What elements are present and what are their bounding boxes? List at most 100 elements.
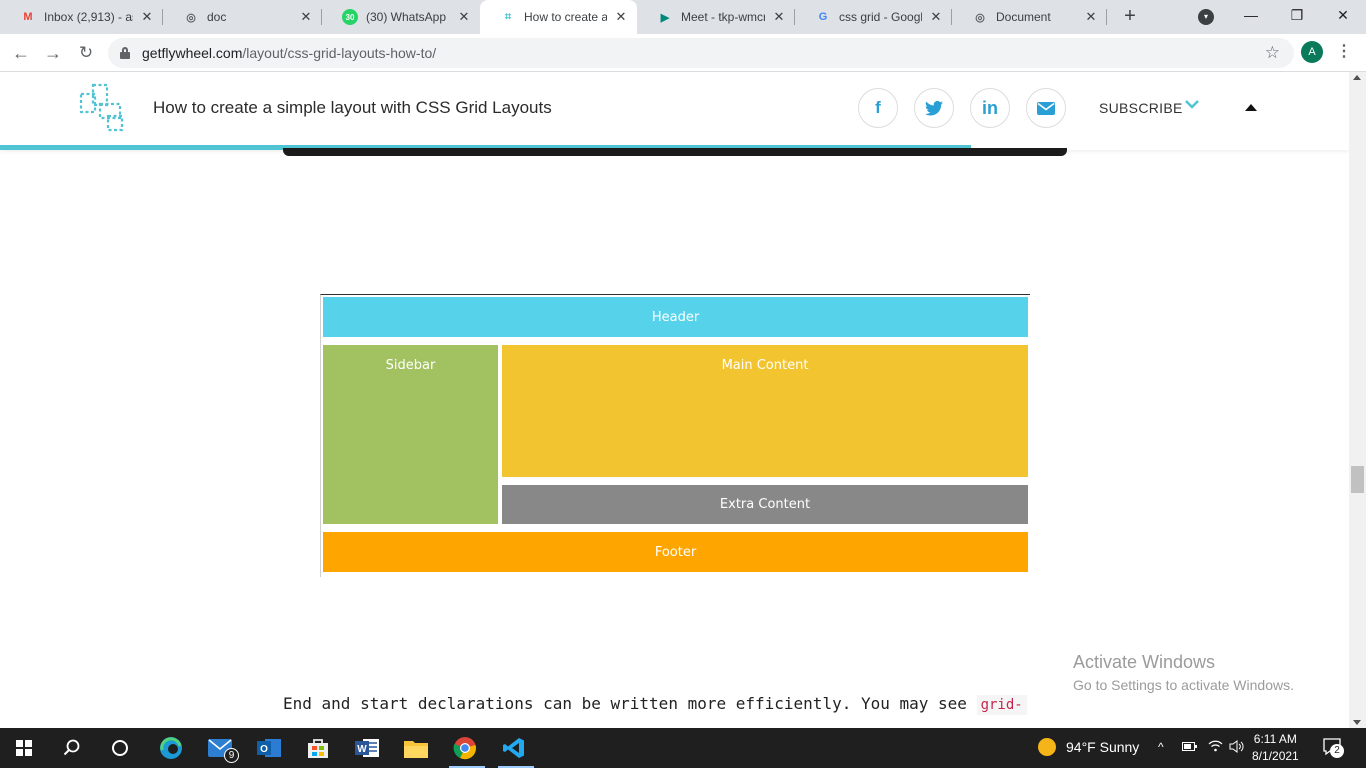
browser-tab[interactable]: ◎ Document ✕ xyxy=(952,0,1107,34)
profile-avatar[interactable]: A xyxy=(1301,41,1323,63)
volume-icon[interactable] xyxy=(1229,740,1245,756)
email-icon xyxy=(1037,101,1055,115)
grid-extra-content-label: Extra Content xyxy=(719,497,811,512)
twitter-icon xyxy=(925,100,943,116)
tab-title: (30) WhatsApp xyxy=(366,10,447,24)
browser-tab[interactable]: ◎ doc ✕ xyxy=(163,0,322,34)
action-center-icon[interactable]: 2 xyxy=(1323,738,1345,761)
flywheel-logo-icon[interactable] xyxy=(78,82,130,134)
grid-footer-label: Footer xyxy=(654,544,697,560)
browser-tab[interactable]: ⌗ How to create a s ✕ xyxy=(480,0,637,34)
url-domain: getflywheel.com xyxy=(142,45,243,61)
tab-close-icon[interactable]: ✕ xyxy=(1083,9,1099,25)
subscribe-button[interactable]: SUBSCRIBE xyxy=(1099,100,1183,116)
tab-close-icon[interactable]: ✕ xyxy=(613,9,629,25)
tab-title: Inbox (2,913) - as xyxy=(44,10,133,24)
tab-close-icon[interactable]: ✕ xyxy=(456,9,472,25)
globe-icon: ◎ xyxy=(186,11,196,24)
email-share-button[interactable] xyxy=(1026,88,1066,128)
watermark-subtitle: Go to Settings to activate Windows. xyxy=(1073,677,1294,693)
chrome-icon[interactable] xyxy=(451,734,479,762)
browser-tab[interactable]: Gcss grid - Google ✕ xyxy=(795,0,952,34)
new-tab-button[interactable]: + xyxy=(1118,4,1142,28)
tab-title: How to create a s xyxy=(524,10,607,24)
windows-start-icon[interactable] xyxy=(10,734,38,762)
weather-widget[interactable]: 94°F Sunny xyxy=(1038,738,1139,756)
wifi-icon[interactable] xyxy=(1208,740,1223,755)
file-explorer-icon[interactable] xyxy=(402,734,430,762)
browser-tab[interactable]: M Inbox (2,913) - as ✕ xyxy=(0,0,163,34)
weather-text: 94°F Sunny xyxy=(1066,739,1140,755)
edge-icon[interactable] xyxy=(157,734,185,762)
globe-icon: ◎ xyxy=(975,11,985,24)
windows-taskbar: 9 O W 94°F Sunny ^ 6:11 AM 8/1/2021 2 xyxy=(0,728,1366,768)
word-icon[interactable]: W xyxy=(353,734,381,762)
vscode-icon[interactable] xyxy=(500,734,528,762)
system-clock[interactable]: 6:11 AM 8/1/2021 xyxy=(1252,731,1299,765)
tab-close-icon[interactable]: ✕ xyxy=(928,9,944,25)
tab-close-icon[interactable]: ✕ xyxy=(298,9,314,25)
tab-title: Meet - tkp-wmcr xyxy=(681,10,765,24)
tab-search-icon[interactable]: ▾ xyxy=(1198,9,1214,25)
forward-button[interactable]: → xyxy=(40,40,66,66)
page-scrollbar[interactable] xyxy=(1349,72,1366,728)
scroll-up-arrow-icon[interactable] xyxy=(1353,75,1361,80)
outlook-icon[interactable]: O xyxy=(255,734,283,762)
sun-icon xyxy=(1038,738,1056,756)
reload-button[interactable]: ↻ xyxy=(73,40,99,66)
back-button[interactable]: ← xyxy=(8,40,34,66)
activate-windows-watermark: Activate Windows Go to Settings to activ… xyxy=(1073,652,1294,693)
cortana-icon[interactable] xyxy=(106,734,134,762)
whatsapp-icon: 30 xyxy=(342,9,358,25)
search-icon[interactable] xyxy=(58,734,86,762)
inline-code: grid- xyxy=(976,695,1027,715)
battery-icon[interactable] xyxy=(1182,740,1197,754)
svg-text:W: W xyxy=(357,744,367,755)
article-text: End and start declarations can be writte… xyxy=(283,694,977,713)
site-sticky-header: How to create a simple layout with CSS G… xyxy=(0,72,1349,150)
meet-icon: ▶ xyxy=(660,11,670,24)
grid-main-content-block: Main Content xyxy=(502,345,1028,477)
grid-header-label: Header xyxy=(651,309,700,325)
browser-menu-icon[interactable]: ⋮ xyxy=(1336,41,1352,63)
tab-close-icon[interactable]: ✕ xyxy=(139,9,155,25)
url-text[interactable]: getflywheel.com/layout/css-grid-layouts-… xyxy=(142,45,436,61)
address-bar[interactable]: getflywheel.com/layout/css-grid-layouts-… xyxy=(108,38,1294,68)
browser-tab[interactable]: 30 (30) WhatsApp ✕ xyxy=(322,0,480,34)
notification-badge: 2 xyxy=(1330,744,1344,758)
store-icon[interactable] xyxy=(304,734,332,762)
restore-button[interactable]: ❐ xyxy=(1274,0,1320,30)
browser-toolbar: ← → ↻ getflywheel.com/layout/css-grid-la… xyxy=(0,34,1366,72)
twitter-share-button[interactable] xyxy=(914,88,954,128)
lock-icon[interactable] xyxy=(120,47,130,59)
tab-title: css grid - Google xyxy=(839,10,922,24)
grid-footer-block: Footer xyxy=(323,532,1028,572)
show-hidden-icons-icon[interactable]: ^ xyxy=(1158,740,1164,754)
tab-close-icon[interactable]: ✕ xyxy=(771,9,787,25)
minimize-button[interactable]: — xyxy=(1228,0,1274,30)
scrollbar-thumb[interactable] xyxy=(1351,466,1364,493)
collapse-arrow-icon[interactable] xyxy=(1245,104,1257,111)
watermark-title: Activate Windows xyxy=(1073,652,1216,672)
browser-tab[interactable]: ▶ Meet - tkp-wmcr ✕ xyxy=(637,0,795,34)
close-window-button[interactable]: ✕ xyxy=(1320,0,1366,30)
grid-main-content-label: Main Content xyxy=(721,358,809,373)
browser-tab-strip: M Inbox (2,913) - as ✕ ◎ doc ✕ 30 (30) WhatsApp… xyxy=(0,0,1366,34)
bookmark-star-icon[interactable]: ☆ xyxy=(1265,43,1280,63)
article-title: How to create a simple layout with CSS G… xyxy=(153,98,552,117)
code-block-edge xyxy=(283,148,1067,156)
grid-layout-demo: Header Sidebar Main Content Extra Conten… xyxy=(320,294,1030,577)
tab-separator xyxy=(1106,9,1107,25)
scroll-down-arrow-icon[interactable] xyxy=(1353,720,1361,725)
article-paragraph: End and start declarations can be writte… xyxy=(283,694,1027,715)
flywheel-icon: ⌗ xyxy=(504,10,512,23)
url-path: /layout/css-grid-layouts-how-to/ xyxy=(242,45,437,61)
page-viewport: How to create a simple layout with CSS G… xyxy=(0,72,1349,728)
svg-text:O: O xyxy=(260,744,268,755)
clock-time: 6:11 AM xyxy=(1253,732,1297,746)
grid-sidebar-block: Sidebar xyxy=(323,345,498,524)
chevron-down-icon[interactable] xyxy=(1185,99,1199,109)
linkedin-share-button[interactable]: in xyxy=(970,88,1010,128)
mail-icon[interactable]: 9 xyxy=(206,734,239,763)
facebook-share-button[interactable]: f xyxy=(858,88,898,128)
